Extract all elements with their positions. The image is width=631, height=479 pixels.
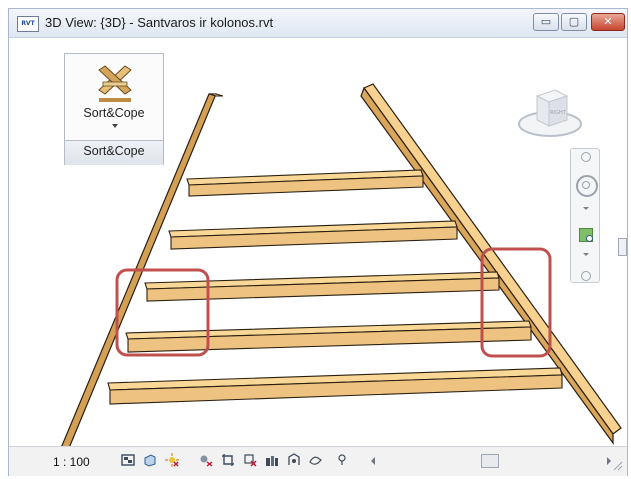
revit-3d-view-window: RVT 3D View: {3D} - Santvaros ir kolonos… [8,8,628,476]
grip-icon[interactable] [581,271,591,281]
maximize-button[interactable]: ▢ [561,13,587,31]
view-control-bar: 1 : 100 [9,446,627,476]
revit-app-icon: RVT [17,16,39,32]
viewcube-face-label: RIGHT [550,110,567,116]
visual-style-icon[interactable] [143,453,157,467]
title-bar[interactable]: RVT 3D View: {3D} - Santvaros ir kolonos… [9,9,627,38]
minimize-button[interactable]: ▭ [533,13,559,31]
unlock-3d-view-icon[interactable] [309,453,323,467]
vertical-scrollbar-thumb[interactable] [618,238,627,256]
sort-cope-button[interactable]: Sort&Cope [65,106,163,120]
analysis-display-icon[interactable] [335,453,349,467]
chevron-down-icon[interactable] [583,207,589,210]
navigation-bar [570,148,600,283]
close-button[interactable]: ✕ [591,13,625,31]
scroll-right-icon[interactable] [607,457,611,465]
resize-grip-icon[interactable] [613,461,623,471]
show-crop-icon[interactable] [243,453,257,467]
temporary-hide-icon[interactable] [265,453,279,467]
reveal-hidden-icon[interactable] [287,453,301,467]
zoom-icon[interactable] [579,228,593,242]
chevron-down-icon[interactable] [583,253,589,256]
scroll-left-icon[interactable] [371,457,375,465]
3d-viewport[interactable]: Sort&Cope Sort&Cope RIGHT [9,38,627,454]
chevron-down-icon[interactable] [112,124,118,128]
steering-wheel-icon[interactable] [576,175,598,197]
shadows-icon[interactable] [199,453,213,467]
detail-level-icon[interactable] [121,453,135,467]
horizontal-scrollbar-thumb[interactable] [481,454,499,468]
sun-path-icon[interactable] [165,453,179,467]
viewcube-icon[interactable]: RIGHT [515,78,585,148]
crop-view-icon[interactable] [221,453,235,467]
sort-cope-ribbon-panel: Sort&Cope Sort&Cope [64,53,164,165]
sort-cope-icon[interactable] [95,62,135,102]
panel-title: Sort&Cope [83,144,145,158]
horizontal-scrollbar[interactable] [371,454,611,468]
window-title: 3D View: {3D} - Santvaros ir kolonos.rvt [45,15,274,30]
close-icon[interactable] [581,152,591,162]
view-scale[interactable]: 1 : 100 [53,455,90,469]
